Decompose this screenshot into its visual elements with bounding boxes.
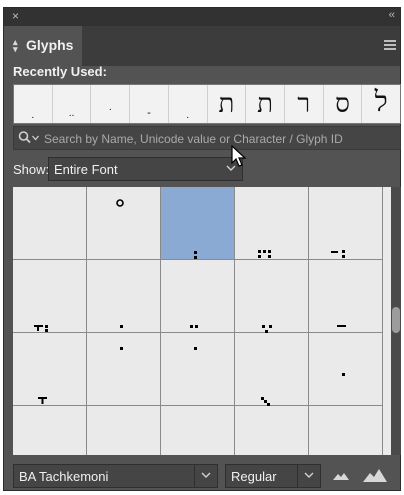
recent-glyph-char: ס — [335, 89, 350, 119]
recent-glyph-char: ל — [374, 85, 388, 118]
recent-glyph-char: . — [186, 111, 190, 121]
panel-menu-icon[interactable] — [384, 40, 396, 52]
glyph-dot — [120, 325, 123, 328]
scrollbar-thumb[interactable] — [392, 307, 400, 333]
recent-glyph-char: - — [147, 106, 151, 119]
recent-glyph[interactable]: ת — [208, 85, 247, 123]
glyph-dot-high — [194, 347, 197, 350]
glyph-cell[interactable] — [87, 187, 161, 260]
glyph-two-dots — [194, 251, 197, 259]
glyphs-panel: × ‹‹ ▴ ▾ Glyphs Recently Used: . .. . - .… — [3, 7, 401, 491]
glyph-diagonal-dots — [261, 397, 270, 406]
recently-used-strip: . .. . - . ת ת ר ס ל — [13, 84, 401, 124]
search-icon[interactable] — [18, 130, 32, 146]
search-options-chevron-icon[interactable] — [32, 135, 39, 141]
recent-glyph[interactable]: . — [169, 85, 208, 123]
recent-glyph-char: . — [108, 103, 112, 113]
close-icon[interactable]: × — [12, 9, 19, 23]
glyph-cell[interactable] — [13, 333, 87, 406]
glyph-tav-dots — [34, 325, 48, 332]
recent-glyph[interactable]: ס — [324, 85, 363, 123]
glyph-grid — [13, 187, 383, 455]
glyph-double-dot — [190, 325, 198, 328]
glyph-dot-mid — [342, 373, 345, 376]
recent-glyph-char: . — [31, 111, 35, 121]
glyph-cell[interactable] — [13, 260, 87, 333]
font-family-value: BA Tachkemoni — [19, 469, 109, 484]
glyph-cell[interactable] — [13, 406, 87, 455]
recently-used-label: Recently Used: — [13, 64, 107, 79]
glyph-cell[interactable] — [235, 406, 309, 455]
glyph-cell[interactable] — [309, 187, 383, 260]
recent-glyph-char: ת — [257, 89, 273, 119]
glyph-cell[interactable] — [87, 260, 161, 333]
glyph-cell[interactable] — [161, 406, 235, 455]
font-style-dropdown[interactable]: Regular — [225, 464, 321, 488]
dropdown-divider — [194, 465, 195, 487]
glyph-cell[interactable] — [309, 333, 383, 406]
recent-glyph[interactable]: ל — [362, 85, 400, 123]
glyph-dash — [337, 325, 346, 327]
search-input[interactable] — [42, 129, 396, 149]
glyph-cell[interactable] — [309, 406, 383, 455]
panel-titlebar: × ‹‹ — [4, 8, 400, 26]
glyph-five-dots — [258, 250, 271, 258]
glyph-ring-mark — [116, 199, 124, 207]
tab-glyphs-label: Glyphs — [26, 37, 74, 53]
recent-glyph[interactable]: - — [130, 85, 169, 123]
font-controls: BA Tachkemoni Regular — [13, 464, 393, 488]
glyph-cell[interactable] — [161, 260, 235, 333]
tab-glyphs[interactable]: ▴ ▾ Glyphs — [4, 26, 82, 66]
glyph-triangle-dots — [262, 325, 272, 333]
dropdown-divider — [297, 465, 298, 487]
mouse-cursor-icon — [231, 145, 247, 167]
glyph-dot-high — [120, 347, 123, 350]
glyph-cell[interactable] — [13, 187, 87, 260]
glyph-grid-viewport — [13, 187, 391, 455]
collapse-panel-icon[interactable]: ‹‹ — [389, 9, 395, 21]
recent-glyph[interactable]: ת — [246, 85, 285, 123]
recent-glyph[interactable]: . — [91, 85, 131, 123]
recent-glyph[interactable]: ר — [285, 85, 324, 123]
glyph-dash-dots — [331, 250, 345, 258]
zoom-in-mountains-icon[interactable] — [363, 468, 387, 482]
recent-glyph-char: ר — [297, 89, 311, 119]
font-family-dropdown[interactable]: BA Tachkemoni — [13, 464, 218, 488]
recent-glyph[interactable]: . — [14, 85, 53, 123]
font-style-value: Regular — [231, 469, 277, 484]
recent-glyph[interactable]: .. — [53, 85, 92, 123]
recent-glyph-char: ת — [218, 89, 235, 119]
recent-glyph-char: .. — [68, 109, 75, 119]
zoom-out-mountains-icon[interactable] — [333, 470, 349, 482]
glyph-cell[interactable] — [87, 406, 161, 455]
show-label: Show: — [13, 162, 50, 177]
chevron-down-icon — [304, 472, 314, 478]
show-dropdown-value: Entire Font — [54, 162, 118, 177]
glyph-search-field[interactable] — [13, 126, 401, 150]
glyph-cell[interactable] — [87, 333, 161, 406]
glyph-cell[interactable] — [309, 260, 383, 333]
tab-row: ▴ ▾ Glyphs — [4, 26, 400, 66]
updown-arrows-icon: ▴ ▾ — [13, 37, 18, 54]
show-dropdown[interactable]: Entire Font — [48, 157, 243, 181]
glyph-cell[interactable] — [235, 333, 309, 406]
glyph-grid-scrollbar[interactable] — [391, 187, 401, 455]
glyph-tav-mark — [38, 397, 47, 404]
glyph-cell[interactable] — [235, 187, 309, 260]
glyph-cell[interactable] — [235, 260, 309, 333]
chevron-down-icon — [201, 472, 211, 478]
glyph-cell[interactable] — [161, 333, 235, 406]
glyph-cell-selected[interactable] — [161, 187, 235, 260]
